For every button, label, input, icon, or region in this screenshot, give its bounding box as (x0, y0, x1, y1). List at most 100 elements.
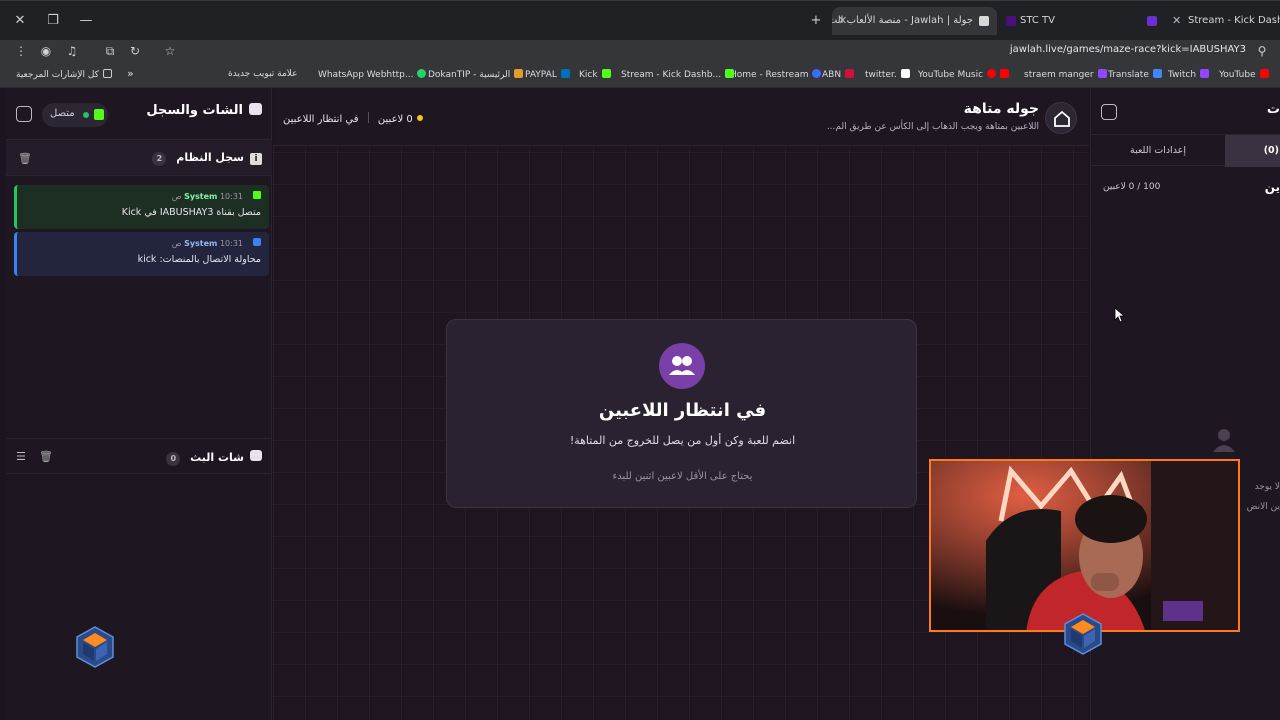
empty-text-line-2: ين الانض (1246, 502, 1280, 512)
stream-chat-header[interactable]: ☰ 🗑 شات البث 0 (6, 438, 272, 474)
stream-chat-title: شات البث 0 (166, 450, 262, 466)
jawlah-logo-icon (72, 624, 118, 670)
close-tab-icon[interactable]: ✕ (1172, 7, 1181, 35)
tab-players[interactable]: (0) (1225, 135, 1280, 167)
waiting-card: في انتظار اللاعبين انضم للعبة وكن أول من… (446, 319, 917, 508)
tab-label: STC TV (1020, 15, 1055, 26)
collapse-panel-icon[interactable] (1101, 104, 1117, 120)
bookmark-kick[interactable]: Kick (579, 69, 611, 80)
bookmarks-bar: YouTube Twitch Translate straem manger Y… (0, 62, 1280, 88)
waiting-dot-icon (416, 115, 423, 121)
empty-text-line-1: لا يوجد (1254, 482, 1280, 492)
bookmark-twitter[interactable]: twitter. (865, 69, 910, 80)
media-control-icon[interactable]: ♫ (64, 43, 80, 59)
twitch-icon (1200, 69, 1210, 78)
tab-label: Stream - Kick Dashboard (1188, 15, 1280, 26)
game-subtitle: اللاعبين بمتاهة ويجب الذهاب إلى الكأس عن… (826, 122, 1039, 132)
panel-title-fragment: ت (1266, 102, 1280, 117)
waiting-title: في انتظار اللاعبين (598, 400, 767, 421)
bookmark-dokantip[interactable]: DokanTIP - الرئيسية (428, 69, 524, 80)
status-label: متصل (50, 108, 75, 119)
webcam-overlay (929, 459, 1240, 632)
log-entry-text: محاولة الاتصال بالمنصات: kick (137, 254, 261, 265)
site-info-icon[interactable]: ⚲ (1254, 43, 1270, 59)
url-field[interactable]: jawlah.live/games/maze-race?kick=IABUSHA… (1010, 44, 1246, 55)
restream-icon (812, 69, 822, 78)
more-bookmarks-icon[interactable]: » (127, 67, 134, 80)
home-button[interactable] (1045, 102, 1077, 134)
log-entry-meta: System 10:31 ص (172, 238, 261, 248)
panel-tabs: إعدادات اللعبة (0) (1091, 134, 1280, 167)
webcam-image (931, 461, 1238, 630)
bookmark-whatsapp[interactable]: WhatsApp Webhttp... (318, 69, 427, 80)
profile-icon[interactable]: ◉ (38, 43, 54, 59)
bookmark-new-tab[interactable]: علامة تبويب جديدة (228, 69, 298, 79)
close-window-icon[interactable]: ✕ (10, 11, 30, 31)
new-tab-icon[interactable]: + (806, 11, 826, 31)
home-icon (1054, 110, 1070, 127)
mouse-cursor-icon (1114, 307, 1126, 323)
tab-unnamed[interactable] (1140, 7, 1164, 35)
user-placeholder-icon (1211, 426, 1237, 452)
bookmark-translate[interactable]: Translate (1108, 69, 1162, 80)
waiting-hint: يحتاج على الأقل لاعبين اثنين للبدء (612, 471, 753, 482)
reload-icon[interactable]: ↻ (127, 43, 143, 59)
log-count-badge: 2 (152, 152, 167, 166)
align-icon[interactable]: ☰ (16, 450, 26, 463)
bookmark-restream[interactable]: Home - Restream (730, 69, 822, 80)
log-entry: System 10:31 ص متصل بقناة IABUSHAY3 في K… (14, 185, 269, 229)
bookmark-abn[interactable]: ABN (822, 69, 855, 80)
log-entry-text: متصل بقناة IABUSHAY3 في Kick (121, 207, 261, 218)
players-icon (659, 343, 705, 389)
game-title: جوله متاهة (963, 101, 1039, 117)
online-dot-icon (83, 112, 89, 118)
system-log-header[interactable]: 🗑 iسجل النظام 2 (6, 140, 272, 176)
trash-icon[interactable]: 🗑 (39, 450, 53, 463)
jawlah-logo-icon (1060, 611, 1106, 657)
bookmark-stream-manager[interactable]: straem manger (1024, 69, 1107, 80)
folder-icon (102, 69, 112, 78)
menu-dots-icon[interactable]: ⋮ (13, 43, 29, 59)
x-icon (900, 69, 910, 78)
dokantip-icon (514, 69, 524, 78)
log-entry-meta: System 10:31 ص (172, 191, 261, 201)
chat-bubble-icon (249, 103, 262, 115)
bookmark-youtube-music[interactable]: YouTube Music (918, 69, 1010, 80)
connection-status-badge: متصل (42, 103, 108, 127)
tab-stc-tv[interactable]: STC TV (998, 7, 1128, 35)
tab-jawlah[interactable]: ✕ جولة | Jawlah - منصة الألعاب الت (832, 7, 997, 35)
bookmark-paypal[interactable]: PAYPAL (525, 69, 570, 80)
panel-header: متصل الشات والسجل (6, 88, 272, 140)
players-capacity: 100 / 0 لاعبين (1103, 182, 1161, 192)
chat-bubble-icon (253, 238, 261, 246)
whatsapp-icon (417, 69, 427, 78)
bookmark-youtube[interactable]: YouTube (1219, 69, 1269, 80)
restore-window-icon[interactable]: ❐ (43, 11, 63, 31)
kick-icon (725, 69, 735, 78)
waiting-subtitle: انضم للعبة وكن أول من يصل للخروج من المت… (569, 434, 796, 447)
paypal-icon (560, 69, 570, 78)
info-icon: i (250, 153, 262, 165)
tab-kick-dashboard[interactable]: ✕ Stream - Kick Dashboard (1168, 7, 1280, 35)
stream-manager-icon (1097, 69, 1107, 78)
tab-label: جولة | Jawlah - منصة الألعاب الت (832, 15, 973, 26)
bookmark-twitch[interactable]: Twitch (1168, 69, 1210, 80)
bookmark-kick-dashboard[interactable]: Stream - Kick Dashb... (621, 69, 735, 80)
youtube-icon (1000, 69, 1010, 78)
chat-bubble-icon (250, 450, 262, 461)
kick-icon (601, 69, 611, 78)
tab-favicon-icon (1006, 16, 1016, 26)
players-heading-fragment: ين (1264, 180, 1280, 194)
trash-icon[interactable]: 🗑 (18, 152, 32, 165)
minimize-window-icon[interactable]: — (76, 11, 96, 31)
collapse-panel-icon[interactable] (16, 106, 32, 122)
browser-tab-bar: ✕ ❐ — + ✕ جولة | Jawlah - منصة الألعاب ا… (0, 0, 1280, 40)
game-header: جوله متاهة اللاعبين بمتاهة ويجب الذهاب إ… (273, 88, 1089, 146)
all-bookmarks[interactable]: كل الإشارات المرجعية (16, 69, 112, 80)
tab-game-settings[interactable]: إعدادات اللعبة (1091, 135, 1225, 167)
extensions-icon[interactable]: ⧉ (102, 43, 118, 59)
address-bar: ⋮ ◉ ♫ ⧉ ↻ ☆ jawlah.live/games/maze-race?… (0, 40, 1280, 62)
divider (367, 112, 369, 123)
chat-and-log-panel: متصل الشات والسجل 🗑 iسجل النظام 2 System… (6, 88, 272, 720)
bookmark-star-icon[interactable]: ☆ (162, 43, 178, 59)
